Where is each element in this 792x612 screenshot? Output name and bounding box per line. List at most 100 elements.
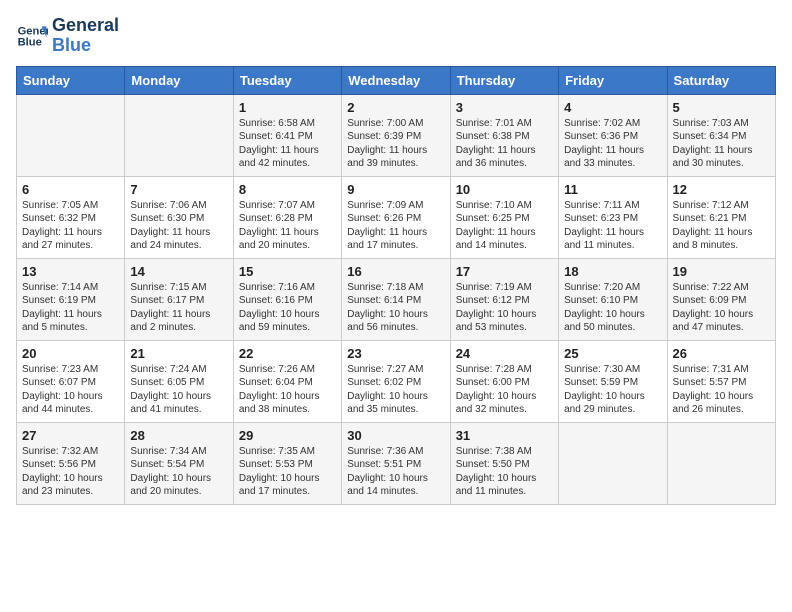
- week-row-1: 1 Sunrise: 6:58 AM Sunset: 6:41 PM Daylig…: [17, 94, 776, 176]
- calendar-cell: 16 Sunrise: 7:18 AM Sunset: 6:14 PM Dayli…: [342, 258, 450, 340]
- day-number: 9: [347, 182, 444, 197]
- week-row-3: 13Sunrise: 7:14 AM Sunset: 6:19 PM Dayli…: [17, 258, 776, 340]
- day-number: 2: [347, 100, 444, 115]
- header-day-friday: Friday: [559, 66, 667, 94]
- day-info: Sunrise: 7:26 AM Sunset: 6:04 PM Dayligh…: [239, 363, 336, 417]
- calendar-cell: 22 Sunrise: 7:26 AM Sunset: 6:04 PM Dayli…: [233, 340, 341, 422]
- calendar-cell: 21Sunrise: 7:24 AM Sunset: 6:05 PM Dayli…: [125, 340, 233, 422]
- calendar-cell: 14 Sunrise: 7:15 AM Sunset: 6:17 PM Dayli…: [125, 258, 233, 340]
- day-number: 16: [347, 264, 444, 279]
- calendar-cell: 13Sunrise: 7:14 AM Sunset: 6:19 PM Dayli…: [17, 258, 125, 340]
- calendar-cell: 28 Sunrise: 7:34 AM Sunset: 5:54 PM Dayli…: [125, 422, 233, 504]
- day-number: 1: [239, 100, 336, 115]
- logo-text-blue: Blue: [52, 36, 119, 56]
- day-number: 5: [673, 100, 770, 115]
- calendar-cell: [125, 94, 233, 176]
- day-number: 4: [564, 100, 661, 115]
- header-day-thursday: Thursday: [450, 66, 558, 94]
- day-info: Sunrise: 7:28 AM Sunset: 6:00 PM Dayligh…: [456, 363, 553, 417]
- header-day-saturday: Saturday: [667, 66, 775, 94]
- day-info: Sunrise: 7:09 AM Sunset: 6:26 PM Dayligh…: [347, 199, 444, 253]
- day-number: 20: [22, 346, 119, 361]
- week-row-2: 6 Sunrise: 7:05 AM Sunset: 6:32 PM Daylig…: [17, 176, 776, 258]
- calendar-cell: [17, 94, 125, 176]
- day-number: 28: [130, 428, 227, 443]
- calendar-cell: 4 Sunrise: 7:02 AM Sunset: 6:36 PM Daylig…: [559, 94, 667, 176]
- day-number: 26: [673, 346, 770, 361]
- calendar-table: SundayMondayTuesdayWednesdayThursdayFrid…: [16, 66, 776, 505]
- day-info: Sunrise: 7:23 AM Sunset: 6:07 PM Dayligh…: [22, 363, 119, 417]
- week-row-4: 20 Sunrise: 7:23 AM Sunset: 6:07 PM Dayli…: [17, 340, 776, 422]
- day-number: 24: [456, 346, 553, 361]
- header-day-sunday: Sunday: [17, 66, 125, 94]
- day-number: 7: [130, 182, 227, 197]
- calendar-cell: 23Sunrise: 7:27 AM Sunset: 6:02 PM Dayli…: [342, 340, 450, 422]
- day-info: Sunrise: 7:30 AM Sunset: 5:59 PM Dayligh…: [564, 363, 661, 417]
- calendar-cell: 2Sunrise: 7:00 AM Sunset: 6:39 PM Daylig…: [342, 94, 450, 176]
- svg-text:Blue: Blue: [18, 36, 42, 48]
- day-info: Sunrise: 7:31 AM Sunset: 5:57 PM Dayligh…: [673, 363, 770, 417]
- calendar-cell: [559, 422, 667, 504]
- day-info: Sunrise: 6:58 AM Sunset: 6:41 PM Dayligh…: [239, 117, 336, 171]
- day-info: Sunrise: 7:22 AM Sunset: 6:09 PM Dayligh…: [673, 281, 770, 335]
- day-number: 6: [22, 182, 119, 197]
- calendar-body: 1 Sunrise: 6:58 AM Sunset: 6:41 PM Daylig…: [17, 94, 776, 504]
- calendar-cell: 20 Sunrise: 7:23 AM Sunset: 6:07 PM Dayli…: [17, 340, 125, 422]
- calendar-cell: 11 Sunrise: 7:11 AM Sunset: 6:23 PM Dayli…: [559, 176, 667, 258]
- day-info: Sunrise: 7:03 AM Sunset: 6:34 PM Dayligh…: [673, 117, 770, 171]
- day-number: 13: [22, 264, 119, 279]
- day-number: 14: [130, 264, 227, 279]
- day-number: 11: [564, 182, 661, 197]
- day-info: Sunrise: 7:35 AM Sunset: 5:53 PM Dayligh…: [239, 445, 336, 499]
- logo-icon: General Blue: [16, 20, 48, 52]
- day-info: Sunrise: 7:11 AM Sunset: 6:23 PM Dayligh…: [564, 199, 661, 253]
- calendar-cell: 6 Sunrise: 7:05 AM Sunset: 6:32 PM Daylig…: [17, 176, 125, 258]
- day-number: 29: [239, 428, 336, 443]
- day-info: Sunrise: 7:19 AM Sunset: 6:12 PM Dayligh…: [456, 281, 553, 335]
- day-number: 22: [239, 346, 336, 361]
- calendar-cell: 5 Sunrise: 7:03 AM Sunset: 6:34 PM Daylig…: [667, 94, 775, 176]
- day-number: 10: [456, 182, 553, 197]
- day-info: Sunrise: 7:32 AM Sunset: 5:56 PM Dayligh…: [22, 445, 119, 499]
- calendar-cell: 12Sunrise: 7:12 AM Sunset: 6:21 PM Dayli…: [667, 176, 775, 258]
- day-number: 3: [456, 100, 553, 115]
- calendar-cell: 7Sunrise: 7:06 AM Sunset: 6:30 PM Daylig…: [125, 176, 233, 258]
- calendar-cell: 1 Sunrise: 6:58 AM Sunset: 6:41 PM Daylig…: [233, 94, 341, 176]
- logo-text-general: General: [52, 16, 119, 36]
- day-number: 15: [239, 264, 336, 279]
- day-number: 27: [22, 428, 119, 443]
- day-number: 12: [673, 182, 770, 197]
- day-info: Sunrise: 7:15 AM Sunset: 6:17 PM Dayligh…: [130, 281, 227, 335]
- day-info: Sunrise: 7:16 AM Sunset: 6:16 PM Dayligh…: [239, 281, 336, 335]
- calendar-cell: 24 Sunrise: 7:28 AM Sunset: 6:00 PM Dayli…: [450, 340, 558, 422]
- day-info: Sunrise: 7:34 AM Sunset: 5:54 PM Dayligh…: [130, 445, 227, 499]
- calendar-cell: 30Sunrise: 7:36 AM Sunset: 5:51 PM Dayli…: [342, 422, 450, 504]
- calendar-cell: 10 Sunrise: 7:10 AM Sunset: 6:25 PM Dayli…: [450, 176, 558, 258]
- day-number: 31: [456, 428, 553, 443]
- calendar-header: SundayMondayTuesdayWednesdayThursdayFrid…: [17, 66, 776, 94]
- calendar-cell: 8 Sunrise: 7:07 AM Sunset: 6:28 PM Daylig…: [233, 176, 341, 258]
- calendar-cell: 17 Sunrise: 7:19 AM Sunset: 6:12 PM Dayli…: [450, 258, 558, 340]
- calendar-cell: 29 Sunrise: 7:35 AM Sunset: 5:53 PM Dayli…: [233, 422, 341, 504]
- header-row: SundayMondayTuesdayWednesdayThursdayFrid…: [17, 66, 776, 94]
- day-info: Sunrise: 7:05 AM Sunset: 6:32 PM Dayligh…: [22, 199, 119, 253]
- header-day-tuesday: Tuesday: [233, 66, 341, 94]
- calendar-cell: 26 Sunrise: 7:31 AM Sunset: 5:57 PM Dayli…: [667, 340, 775, 422]
- calendar-cell: 19 Sunrise: 7:22 AM Sunset: 6:09 PM Dayli…: [667, 258, 775, 340]
- day-info: Sunrise: 7:38 AM Sunset: 5:50 PM Dayligh…: [456, 445, 553, 499]
- calendar-cell: 15 Sunrise: 7:16 AM Sunset: 6:16 PM Dayli…: [233, 258, 341, 340]
- day-info: Sunrise: 7:07 AM Sunset: 6:28 PM Dayligh…: [239, 199, 336, 253]
- day-number: 19: [673, 264, 770, 279]
- day-number: 21: [130, 346, 227, 361]
- calendar-cell: 27 Sunrise: 7:32 AM Sunset: 5:56 PM Dayli…: [17, 422, 125, 504]
- day-info: Sunrise: 7:02 AM Sunset: 6:36 PM Dayligh…: [564, 117, 661, 171]
- day-info: Sunrise: 7:18 AM Sunset: 6:14 PM Dayligh…: [347, 281, 444, 335]
- day-number: 17: [456, 264, 553, 279]
- header-day-monday: Monday: [125, 66, 233, 94]
- calendar-cell: 25Sunrise: 7:30 AM Sunset: 5:59 PM Dayli…: [559, 340, 667, 422]
- week-row-5: 27 Sunrise: 7:32 AM Sunset: 5:56 PM Dayli…: [17, 422, 776, 504]
- day-info: Sunrise: 7:10 AM Sunset: 6:25 PM Dayligh…: [456, 199, 553, 253]
- calendar-cell: 31 Sunrise: 7:38 AM Sunset: 5:50 PM Dayli…: [450, 422, 558, 504]
- day-number: 8: [239, 182, 336, 197]
- calendar-cell: 3Sunrise: 7:01 AM Sunset: 6:38 PM Daylig…: [450, 94, 558, 176]
